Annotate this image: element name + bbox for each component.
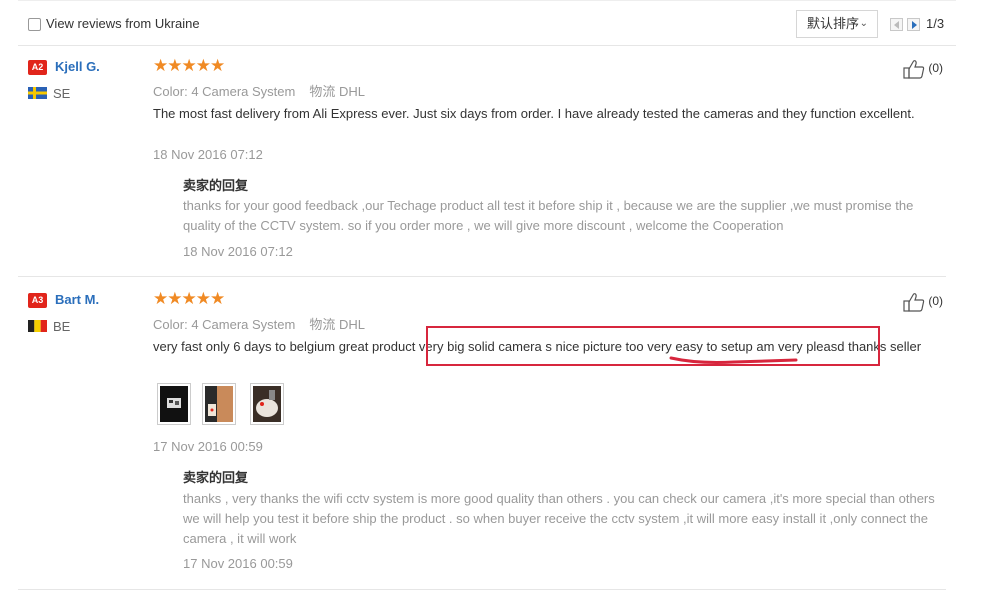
reviewer-name[interactable]: Bart M. xyxy=(55,292,99,307)
review-item: A2 Kjell G. SE ★★★★★ Color: 4 Camera Sys… xyxy=(18,44,946,277)
reviewer-name[interactable]: Kjell G. xyxy=(55,59,100,74)
helpful-button[interactable]: (0) xyxy=(903,59,943,79)
helpful-button[interactable]: (0) xyxy=(903,292,943,312)
thumbs-up-icon xyxy=(903,293,925,312)
helpful-count: (0) xyxy=(928,294,944,309)
shipping-label: 物流 xyxy=(309,84,336,99)
review-date: 17 Nov 2016 00:59 xyxy=(153,439,263,454)
shipping-label: 物流 xyxy=(309,317,336,332)
prev-page-button[interactable] xyxy=(890,18,903,31)
review-item: A3 Bart M. BE ★★★★★ Color: 4 Camera Syst… xyxy=(18,277,946,590)
seller-reply-title: 卖家的回复 xyxy=(183,178,249,193)
review-photo xyxy=(205,386,233,422)
sort-label: 默认排序 xyxy=(807,16,860,31)
star-rating: ★★★★★ xyxy=(153,289,225,308)
order-info: Color: 4 Camera System 物流 DHL xyxy=(153,314,365,333)
belgium-flag-icon xyxy=(28,320,47,332)
review-text: The most fast delivery from Ali Express … xyxy=(153,106,915,121)
next-page-button[interactable] xyxy=(907,18,920,31)
order-info: Color: 4 Camera System 物流 DHL xyxy=(153,81,365,100)
reviewer-country: BE xyxy=(53,319,71,334)
review-filter-bar: View reviews from Ukraine 默认排序 ⌄ 1/3 xyxy=(18,0,956,46)
seller-reply-text: thanks for your good feedback ,our Techa… xyxy=(183,198,914,233)
buyer-level-badge: A2 xyxy=(28,60,47,75)
page-indicator: 1/3 xyxy=(926,16,945,31)
color-label: Color: xyxy=(153,84,188,99)
chevron-down-icon: ⌄ xyxy=(859,18,868,29)
seller-reply-date: 18 Nov 2016 07:12 xyxy=(183,244,293,259)
review-photo xyxy=(160,386,188,422)
review-date: 18 Nov 2016 07:12 xyxy=(153,147,263,162)
seller-reply-date: 17 Nov 2016 00:59 xyxy=(183,556,293,571)
underline-annotation xyxy=(669,356,798,364)
seller-reply-title: 卖家的回复 xyxy=(183,470,249,485)
review-photo-thumbnail[interactable] xyxy=(202,383,236,425)
shipping-value: DHL xyxy=(339,84,366,99)
arrow-left-icon xyxy=(894,21,899,29)
sort-dropdown[interactable]: 默认排序 ⌄ xyxy=(796,10,878,38)
color-value: 4 Camera System xyxy=(191,317,296,332)
thumbs-up-icon xyxy=(903,60,925,79)
ukraine-filter-checkbox[interactable] xyxy=(28,18,41,31)
buyer-level-badge: A3 xyxy=(28,293,47,308)
ukraine-filter-label[interactable]: View reviews from Ukraine xyxy=(46,16,200,31)
color-value: 4 Camera System xyxy=(191,84,296,99)
star-rating: ★★★★★ xyxy=(153,56,225,75)
review-photo xyxy=(253,386,281,422)
sweden-flag-icon xyxy=(28,87,47,99)
shipping-value: DHL xyxy=(339,317,366,332)
seller-reply-text: thanks , very thanks the wifi cctv syste… xyxy=(183,491,935,546)
color-label: Color: xyxy=(153,317,188,332)
arrow-right-icon xyxy=(912,21,917,29)
reviewer-country: SE xyxy=(53,86,71,101)
helpful-count: (0) xyxy=(928,61,944,76)
review-photo-thumbnail[interactable] xyxy=(250,383,284,425)
highlight-annotation-box xyxy=(426,326,880,366)
review-photo-thumbnail[interactable] xyxy=(157,383,191,425)
